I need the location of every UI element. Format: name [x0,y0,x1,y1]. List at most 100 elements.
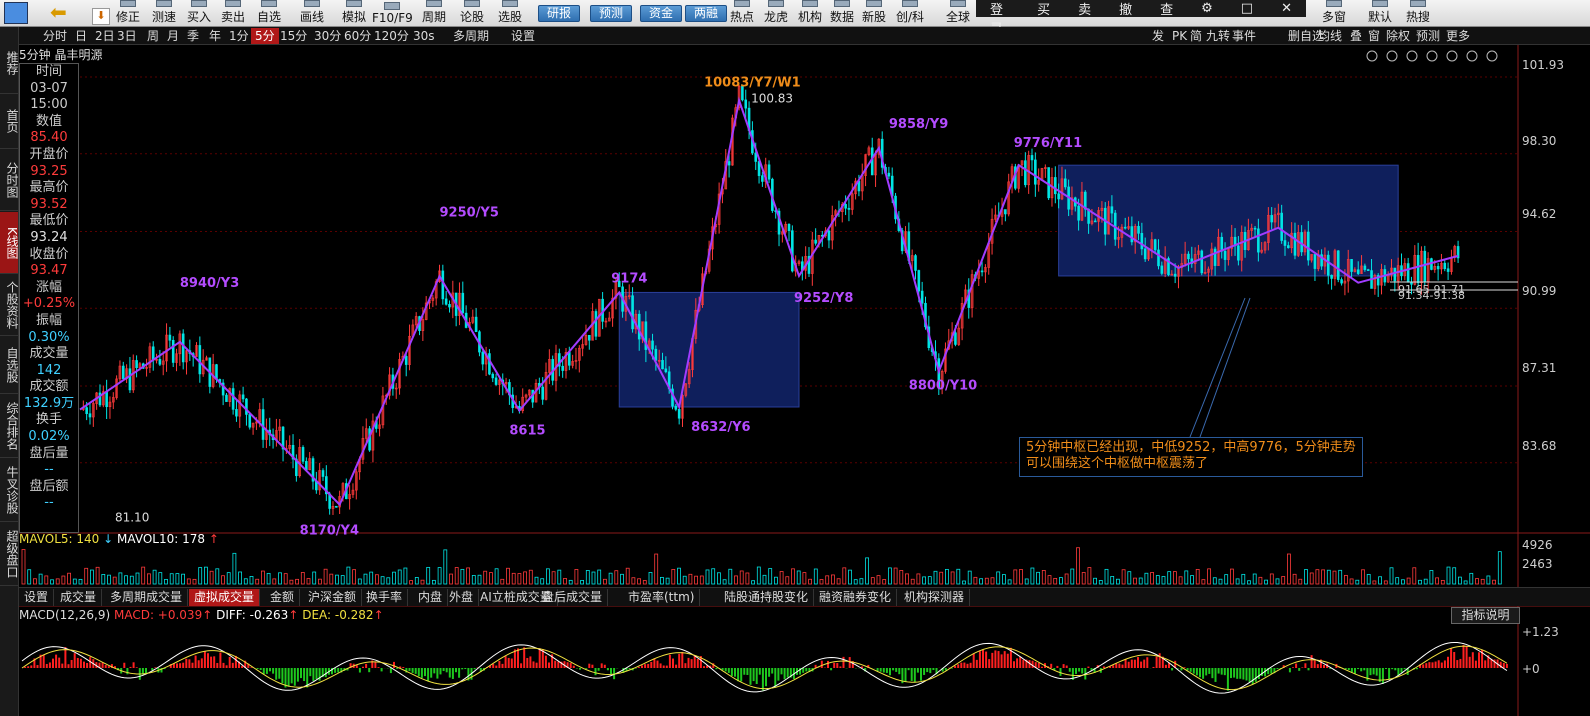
volume-bar [67,572,71,585]
volume-bar [642,580,647,585]
indicator-tab[interactable]: 盘后成交量 [537,589,609,606]
volume-bar [528,569,533,585]
candle [1416,255,1420,284]
volume-bar [1144,572,1149,585]
volume-bar [483,570,488,585]
volume-bar [1287,553,1291,585]
candle [105,391,108,408]
volume-bar [1195,569,1200,585]
volume-bar [848,569,852,585]
volume-bar [186,578,191,585]
volume-bar [1053,577,1058,585]
indicator-tab[interactable]: 内盘 [413,589,449,606]
volume-bar [1173,571,1177,585]
candle [404,356,408,365]
volume-bar [637,578,641,585]
candle [1223,250,1227,260]
volume-bar [1355,579,1360,585]
volume-bar [1076,547,1080,585]
candle [1423,250,1427,282]
volume-bar [1030,567,1035,585]
volume-bar [1458,576,1462,585]
volume-bar [1463,580,1468,585]
volume-bar [72,578,77,585]
volume-bar [129,575,134,585]
volume-bar [836,578,841,585]
volume-bar [1497,551,1502,585]
volume-bar [1412,567,1417,585]
indicator-tab[interactable]: 虚拟成交量 [189,589,261,606]
candle [1293,232,1297,256]
volume-bar [1047,575,1052,585]
data-value-time: 15:00 [30,97,68,113]
indicator-tab[interactable]: 沪深金额 [303,589,363,606]
candle [488,353,491,375]
volume-bar [221,575,225,585]
volume-bar [1344,574,1348,585]
indicator-tab[interactable]: 成交量 [55,589,103,606]
undo-icon[interactable] [1426,50,1438,62]
volume-bar [352,569,357,585]
macd-axis-label: +1.23 [1522,625,1559,639]
y-axis-label: 83.68 [1522,439,1557,453]
volume-bar [203,566,208,585]
volume-bar [990,577,995,585]
volume-bar [625,567,630,585]
volume-bar [21,549,26,585]
volume-bar [648,572,653,585]
plus-icon[interactable] [1466,50,1478,62]
settings-icon[interactable] [1446,50,1458,62]
volume-bar [1235,578,1240,585]
candle [158,359,162,365]
volume-bar [1224,574,1229,585]
candle [594,311,598,337]
indicator-tab[interactable]: 融资融券变化 [814,589,898,606]
volume-bar [717,572,721,585]
candle [587,335,591,341]
volume-bar [209,570,214,585]
candle [1270,215,1273,223]
indicator-tab[interactable]: 外盘 [444,589,480,606]
volume-bar [956,568,961,585]
volume-bar [722,579,727,585]
volume-bar [688,573,693,585]
candle [1366,269,1370,271]
play-icon[interactable] [1406,50,1418,62]
price-range-label: 91.34-91.38 [1398,289,1465,302]
indicator-tab[interactable]: 机构探测器 [899,589,971,606]
volume-bar [1389,567,1394,585]
volume-bar [933,570,938,585]
indicator-tab[interactable]: 金额 [265,589,301,606]
volume-bar [1423,578,1428,585]
candle [151,346,155,361]
volume-bar [620,573,624,585]
volume-bar [1230,568,1234,585]
volume-bar [1395,577,1400,585]
candle [1220,236,1224,252]
volume-bar [870,577,875,585]
candle [920,290,924,304]
indicator-tab[interactable]: 多周期成交量 [105,589,189,606]
volume-bar [734,575,738,585]
data-value: 93.25 [30,163,68,179]
volume-axis-label: 2463 [1522,557,1553,571]
volume-bar [1292,573,1297,585]
indicator-tab[interactable]: 陆股通持股变化 [719,589,815,606]
volume-bar [1002,574,1006,585]
dea-value: DEA: -0.282 [302,608,374,622]
volume-bar [1372,580,1377,585]
indicator-tab[interactable]: 换手率 [361,589,409,606]
eye-icon[interactable] [1366,50,1378,62]
minus-icon[interactable] [1486,50,1498,62]
play-icon[interactable] [1386,50,1398,62]
volume-bar [215,568,220,585]
volume-bar [300,572,305,585]
candle [235,409,238,417]
indicator-tab[interactable]: 设置 [19,589,55,606]
indicator-tab[interactable]: 市盈率(ttm) [623,589,701,606]
annotation-pointer [1189,297,1246,438]
volume-bar [181,573,186,585]
indicator-help-button[interactable]: 指标说明 [1451,607,1520,624]
data-value: 142 [36,362,62,378]
mavol10-label: MAVOL10: 178 [117,532,206,546]
